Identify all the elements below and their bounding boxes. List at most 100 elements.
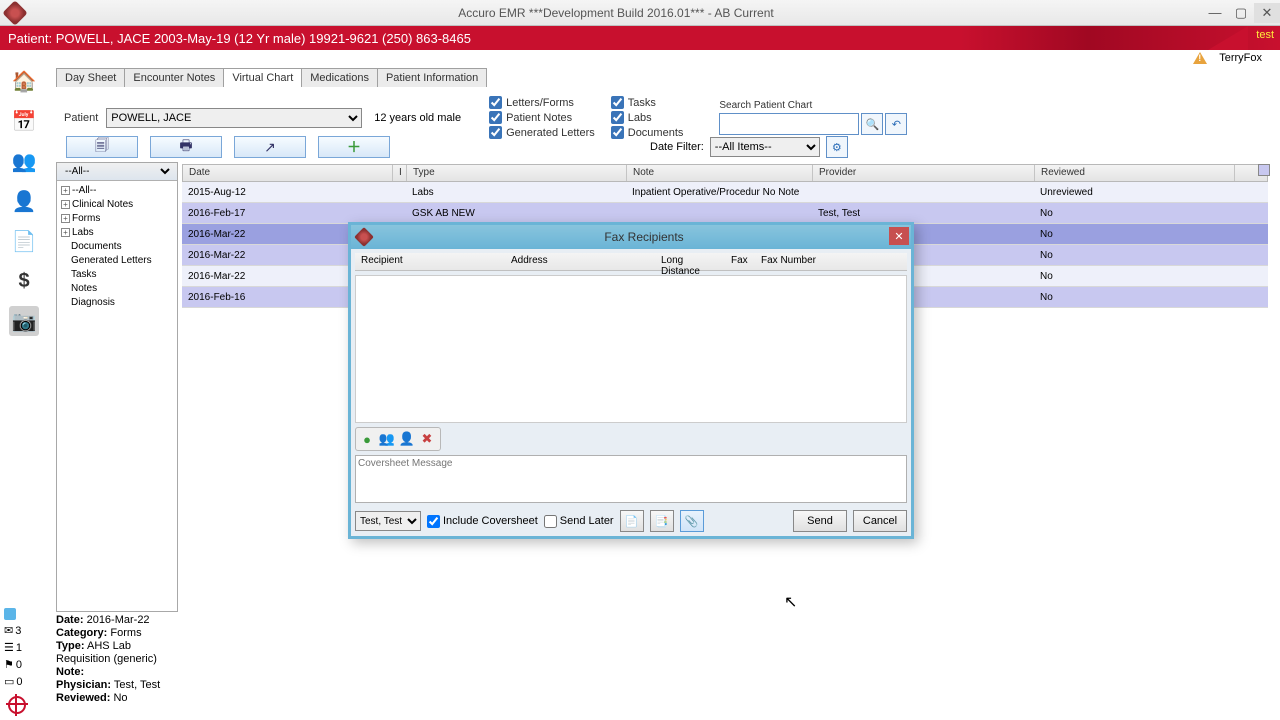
maximize-button[interactable]: ▢ [1228,3,1254,23]
col-type[interactable]: Type [407,165,627,181]
tab-encounter-notes[interactable]: Encounter Notes [124,68,224,87]
coversheet-message[interactable] [355,455,907,503]
staff-icon[interactable]: 👤 [398,430,416,448]
chk-include-coversheet[interactable]: Include Coversheet [427,515,538,528]
box-icon[interactable]: ▭ [4,675,14,688]
action-row: 🗐 🖶 ↗ ＋ [66,136,390,158]
counter-icon [4,608,16,620]
date-filter-select[interactable]: --All Items-- [710,137,820,157]
test-tag: test [1256,29,1274,41]
expand-icon[interactable]: + [61,228,70,237]
recipient-list[interactable] [355,275,907,423]
dcol-fax[interactable]: Fax [725,253,755,270]
patient-banner: Patient: POWELL, JACE 2003-May-19 (12 Yr… [0,26,1280,50]
col-note[interactable]: Note [627,165,813,181]
table-row[interactable]: 2015-Aug-12LabsInpatient Operative/Proce… [182,182,1268,203]
nav-rail: 🏠 📅 👥 👤 📄 $ 📷 [2,60,46,336]
username: TerryFox [1219,52,1262,64]
chk-letters-forms[interactable]: Letters/Forms [489,96,595,109]
person-icon[interactable]: 👤 [9,186,39,216]
send-button[interactable]: Send [793,510,847,532]
minimize-button[interactable]: — [1202,3,1228,23]
date-filter-settings-icon[interactable]: ⚙ [826,136,848,158]
flag-icon[interactable]: ⚑ [4,658,14,671]
tree-generated-letters[interactable]: Generated Letters [71,255,152,266]
tree-notes[interactable]: Notes [71,283,97,294]
sender-select[interactable]: Test, Test [355,511,421,531]
calendar-icon[interactable]: 📅 [9,106,39,136]
app-logo [2,0,27,25]
search-label: Search Patient Chart [719,100,907,111]
add-button[interactable]: ＋ [318,136,390,158]
col-date[interactable]: Date [183,165,393,181]
org-icon[interactable]: 👥 [9,146,39,176]
expand-icon[interactable]: + [61,214,70,223]
dcol-fax-number[interactable]: Fax Number [755,253,865,270]
patient-select[interactable]: POWELL, JACE [106,108,362,128]
tree-all[interactable]: --All-- [72,185,96,196]
target-icon[interactable] [8,696,26,714]
tree-clinical-notes[interactable]: Clinical Notes [72,199,133,210]
dcol-long-distance[interactable]: Long Distance [655,253,725,270]
cursor-icon: ↖ [784,592,797,612]
table-corner-icon[interactable] [1258,164,1270,176]
close-button[interactable]: ✕ [1254,3,1280,23]
search-input[interactable] [719,113,859,135]
dialog-close-button[interactable]: ✕ [889,227,909,245]
tab-patient-information[interactable]: Patient Information [377,68,487,87]
window-title: Accuro EMR ***Development Build 2016.01*… [30,6,1202,20]
tree-forms[interactable]: Forms [72,213,100,224]
detail-box: Date: 2016-Mar-22 Category: Forms Type: … [56,614,178,705]
cancel-button[interactable]: Cancel [853,510,907,532]
chk-generated-letters[interactable]: Generated Letters [489,126,595,139]
patient-info: Patient: POWELL, JACE 2003-May-19 (12 Yr… [8,31,471,46]
tree-tasks[interactable]: Tasks [71,269,97,280]
dcol-recipient[interactable]: Recipient [355,253,505,270]
patient-age: 12 years old male [374,112,461,124]
chk-patient-notes[interactable]: Patient Notes [489,111,595,124]
document-icon[interactable]: 📄 [9,226,39,256]
col-reviewed[interactable]: Reviewed [1035,165,1235,181]
print-button[interactable]: 🖶 [150,136,222,158]
attach-icon[interactable]: 📎 [680,510,704,532]
preview-icon[interactable]: 📄 [620,510,644,532]
tab-day-sheet[interactable]: Day Sheet [56,68,125,87]
col-i[interactable]: I [393,165,407,181]
date-filter: Date Filter: --All Items-- ⚙ [650,136,848,158]
home-icon[interactable]: 🏠 [9,66,39,96]
fax-recipients-dialog: Fax Recipients ✕ Recipient Address Long … [348,222,914,539]
tree-header-select[interactable]: --All-- [61,165,173,178]
tab-medications[interactable]: Medications [301,68,378,87]
patient-row: Patient POWELL, JACE 12 years old male L… [64,96,1264,139]
add-recipient-icon[interactable]: ● [358,430,376,448]
list-icon[interactable]: ☰ [4,641,14,654]
chk-labs[interactable]: Labs [611,111,684,124]
camera-icon[interactable]: 📷 [9,306,39,336]
search-icon[interactable]: 🔍 [861,113,883,135]
patient-label: Patient [64,112,98,124]
tree-diagnosis[interactable]: Diagnosis [71,297,115,308]
view-button[interactable]: 🗐 [66,136,138,158]
remove-recipient-icon[interactable]: ✖ [418,430,436,448]
table-row[interactable]: 2016-Feb-17GSK AB NEWTest, TestNo [182,203,1268,224]
contacts-icon[interactable]: 👥 [378,430,396,448]
dialog-logo [354,227,374,247]
col-provider[interactable]: Provider [813,165,1035,181]
billing-icon[interactable]: $ [9,266,39,296]
mail-icon[interactable]: ✉ [4,624,13,637]
page-icon[interactable]: 📑 [650,510,674,532]
search-back-icon[interactable]: ↶ [885,113,907,135]
expand-icon[interactable]: + [61,186,70,195]
chart-tabs: Day Sheet Encounter Notes Virtual Chart … [56,68,486,87]
chk-tasks[interactable]: Tasks [611,96,684,109]
window-titlebar: Accuro EMR ***Development Build 2016.01*… [0,0,1280,26]
tree-labs[interactable]: Labs [72,227,94,238]
export-button[interactable]: ↗ [234,136,306,158]
warning-icon[interactable] [1193,52,1207,64]
chk-send-later[interactable]: Send Later [544,515,614,528]
tab-virtual-chart[interactable]: Virtual Chart [223,68,302,87]
dialog-title: Fax Recipients [377,230,911,244]
tree-documents[interactable]: Documents [71,241,122,252]
expand-icon[interactable]: + [61,200,70,209]
dcol-address[interactable]: Address [505,253,655,270]
